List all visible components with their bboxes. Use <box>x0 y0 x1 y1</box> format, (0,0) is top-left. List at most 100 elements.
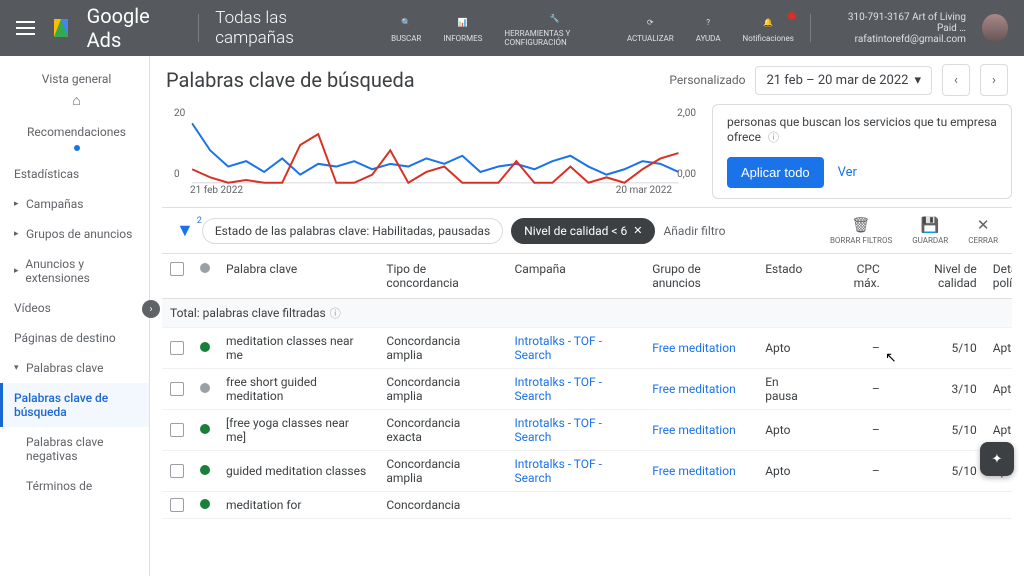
sidebar-item-negative-keywords[interactable]: Palabras clave negativas <box>0 427 149 471</box>
cell-keyword: meditation for <box>218 492 378 519</box>
table-row[interactable]: meditation forConcordancia <box>162 492 1012 519</box>
row-checkbox[interactable] <box>170 341 184 355</box>
col-policy[interactable]: Detalles de la política <box>985 254 1012 299</box>
reports-button[interactable]: 📊INFORMES <box>443 14 482 43</box>
campaign-link[interactable]: Introtalks - TOF - Search <box>515 457 602 485</box>
sidebar-item-landing-pages[interactable]: Páginas de destino <box>0 323 149 353</box>
sidebar-item-campaigns[interactable]: ▸Campañas <box>0 189 149 219</box>
chart-icon: 📊 <box>454 14 472 32</box>
keywords-table: Palabra clave Tipo de concordancia Campa… <box>162 254 1012 519</box>
cell-quality <box>888 492 985 519</box>
date-range-picker[interactable]: 21 feb – 20 mar de 2022▾ <box>755 66 932 95</box>
cell-policy: Apta <box>985 369 1012 410</box>
search-button[interactable]: 🔍BUSCAR <box>391 14 421 43</box>
sidebar-item-overview[interactable]: Vista general⌂ <box>0 64 149 117</box>
tools-button[interactable]: 🔧HERRAMIENTAS Y CONFIGURACIÓN <box>504 9 604 47</box>
table-row[interactable]: [free yoga classes near me]Concordancia … <box>162 410 1012 451</box>
wrench-icon: 🔧 <box>546 9 564 27</box>
adgroup-link[interactable]: Free meditation <box>652 464 735 478</box>
filter-chip-quality[interactable]: Nivel de calidad < 6✕ <box>511 218 655 244</box>
apply-all-button[interactable]: Aplicar todo <box>727 157 824 188</box>
adgroup-link[interactable]: Free meditation <box>652 341 735 355</box>
cell-policy: Apta <box>985 328 1012 369</box>
cell-keyword: free short guided meditation <box>218 369 378 410</box>
main-content: Palabras clave de búsqueda Personalizado… <box>150 56 1024 576</box>
campaign-link[interactable]: Introtalks - TOF - Search <box>515 334 602 362</box>
col-keyword[interactable]: Palabra clave <box>218 254 378 299</box>
cell-quality: 5/10 <box>888 451 985 492</box>
account-info[interactable]: 310-791-3167 Art of Living Paid … rafati… <box>827 12 966 45</box>
sidebar: Vista general⌂ Recomendaciones Estadísti… <box>0 56 150 576</box>
info-icon[interactable]: ⓘ <box>330 307 341 320</box>
save-icon: 💾 <box>921 216 940 234</box>
col-campaign[interactable]: Campaña <box>507 254 645 299</box>
table-row[interactable]: meditation classes near meConcordancia a… <box>162 328 1012 369</box>
menu-icon[interactable] <box>16 21 35 35</box>
row-checkbox[interactable] <box>170 423 184 437</box>
col-adgroup[interactable]: Grupo de anuncios <box>644 254 757 299</box>
sidebar-item-ads-extensions[interactable]: ▸Anuncios y extensiones <box>0 249 149 293</box>
campaign-link[interactable]: Introtalks - TOF - Search <box>515 375 602 403</box>
sidebar-item-keywords[interactable]: ▾Palabras clave <box>0 353 149 383</box>
notification-badge <box>787 11 797 21</box>
refresh-button[interactable]: ⟳ACTUALIZAR <box>627 14 674 43</box>
col-cpc[interactable]: CPC máx. <box>821 254 887 299</box>
close-button[interactable]: ✕CERRAR <box>968 216 998 245</box>
col-quality[interactable]: Nivel de calidad <box>888 254 985 299</box>
cell-match: Concordancia amplia <box>378 369 506 410</box>
brand-label: Google Ads <box>87 4 183 52</box>
adgroup-link[interactable]: Free meditation <box>652 423 735 437</box>
table-row[interactable]: free short guided meditationConcordancia… <box>162 369 1012 410</box>
sidebar-item-insights[interactable]: Estadísticas <box>0 159 149 189</box>
cell-cpc <box>821 492 887 519</box>
filter-chip-status[interactable]: Estado de las palabras clave: Habilitada… <box>202 218 503 244</box>
cell-quality: 5/10 <box>888 410 985 451</box>
remove-filter-icon[interactable]: ✕ <box>633 224 642 237</box>
account-email: rafatintorefd@gmail.com <box>827 34 966 45</box>
cell-status: En pausa <box>757 369 821 410</box>
sidebar-item-search-keywords[interactable]: Palabras clave de búsqueda <box>0 383 149 427</box>
bell-icon: 🔔 <box>759 14 777 32</box>
save-button[interactable]: 💾GUARDAR <box>912 216 948 245</box>
filter-icon[interactable]: ▼2 <box>176 220 194 241</box>
account-id: 310-791-3167 Art of Living Paid … <box>827 12 966 34</box>
add-filter-button[interactable]: Añadir filtro <box>663 224 725 238</box>
cell-cpc: – <box>821 410 887 451</box>
col-match[interactable]: Tipo de concordancia <box>378 254 506 299</box>
table-row[interactable]: guided meditation classesConcordancia am… <box>162 451 1012 492</box>
select-all-checkbox[interactable] <box>170 262 184 276</box>
date-next-button[interactable]: › <box>980 64 1008 96</box>
sidebar-item-videos[interactable]: Vídeos <box>0 293 149 323</box>
cell-keyword: [free yoga classes near me] <box>218 410 378 451</box>
recommendation-card: personas que buscan los servicios que tu… <box>712 104 1012 199</box>
row-checkbox[interactable] <box>170 464 184 478</box>
cell-keyword: meditation classes near me <box>218 328 378 369</box>
clear-filters-button[interactable]: 🗑BORRAR FILTROS <box>830 216 892 245</box>
row-checkbox[interactable] <box>170 382 184 396</box>
info-icon[interactable]: ⓘ <box>768 131 779 144</box>
cell-policy <box>985 492 1012 519</box>
cell-status: Apto <box>757 328 821 369</box>
notifications-button[interactable]: 🔔Notificaciones <box>743 14 794 43</box>
avatar[interactable] <box>982 14 1008 42</box>
sidebar-item-search-terms[interactable]: Términos de <box>0 471 149 501</box>
col-status[interactable]: Estado <box>757 254 821 299</box>
top-bar: Google Ads Todas las campañas 🔍BUSCAR 📊I… <box>0 0 1024 56</box>
campaign-link[interactable]: Introtalks - TOF - Search <box>515 416 602 444</box>
campaign-scope[interactable]: Todas las campañas <box>215 8 359 48</box>
cell-match: Concordancia exacta <box>378 410 506 451</box>
caret-icon: ▸ <box>14 266 19 276</box>
date-prev-button[interactable]: ‹ <box>942 64 970 96</box>
expand-sidebar-button[interactable]: › <box>142 300 160 318</box>
cell-match: Concordancia amplia <box>378 451 506 492</box>
row-checkbox[interactable] <box>170 498 184 512</box>
adgroup-link[interactable]: Free meditation <box>652 382 735 396</box>
sidebar-item-recommendations[interactable]: Recomendaciones <box>0 117 149 159</box>
help-fab[interactable]: ✦ <box>980 442 1014 476</box>
help-button[interactable]: ?AYUDA <box>696 14 721 43</box>
cell-status <box>757 492 821 519</box>
view-link[interactable]: Ver <box>838 165 857 180</box>
status-dot-icon <box>200 499 210 509</box>
sidebar-item-adgroups[interactable]: ▸Grupos de anuncios <box>0 219 149 249</box>
dot-icon <box>74 145 80 151</box>
